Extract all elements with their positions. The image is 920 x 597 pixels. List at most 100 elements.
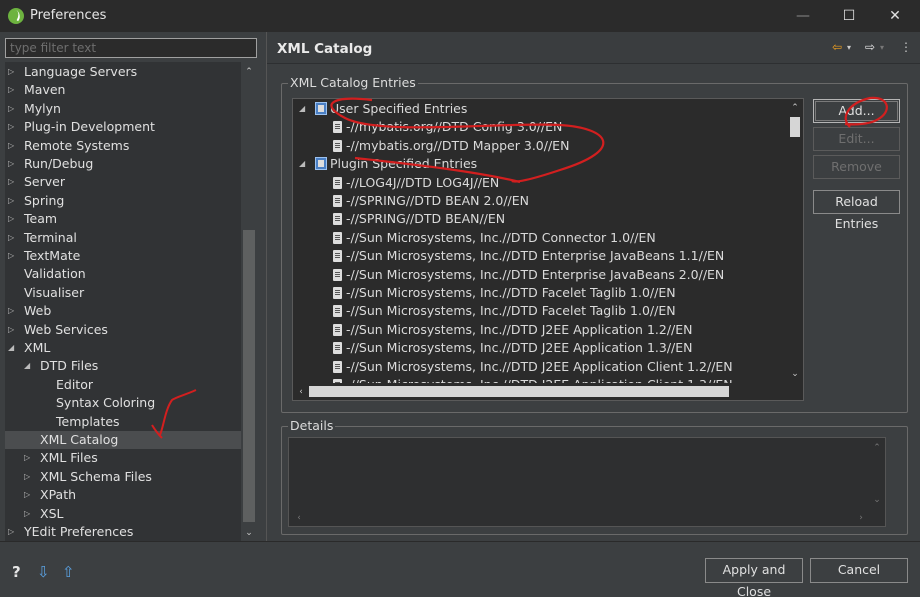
catalog-vertical-scrollbar[interactable]: ⌃ ⌄ <box>787 99 803 383</box>
collapsed-arrow-icon[interactable]: ▷ <box>8 81 18 99</box>
collapsed-arrow-icon[interactable]: ▷ <box>24 449 34 467</box>
cancel-button[interactable]: Cancel <box>810 558 908 583</box>
remove-button[interactable]: Remove <box>813 155 900 179</box>
tree-item[interactable]: ▷ Maven <box>5 81 242 99</box>
edit-button[interactable]: Edit... <box>813 127 900 151</box>
scroll-up-arrow-icon[interactable]: ⌃ <box>869 440 885 456</box>
catalog-entry-label: -//Sun Microsystems, Inc.//DTD Connector… <box>346 229 656 245</box>
scroll-up-arrow-icon[interactable]: ⌃ <box>787 100 803 116</box>
tree-item-label: Web <box>24 303 52 319</box>
tree-item[interactable]: Editor <box>5 376 242 394</box>
export-icon[interactable]: ⇧ <box>62 563 75 581</box>
tree-item[interactable]: ▷ XPath <box>5 486 242 504</box>
scrollbar-thumb[interactable] <box>790 117 800 137</box>
collapsed-arrow-icon[interactable]: ▷ <box>8 63 18 81</box>
forward-arrow-icon[interactable]: ⇨ <box>865 40 875 54</box>
tree-item[interactable]: Syntax Coloring <box>5 394 242 412</box>
forward-dropdown-icon[interactable]: ▾ <box>880 43 884 52</box>
expanded-arrow-icon[interactable]: ◢ <box>8 339 18 357</box>
maximize-button[interactable]: ☐ <box>826 0 872 32</box>
tree-item[interactable]: ▷ Mylyn <box>5 100 242 118</box>
scroll-down-arrow-icon[interactable]: ⌄ <box>241 525 257 541</box>
collapsed-arrow-icon[interactable]: ▷ <box>8 229 18 247</box>
tree-item[interactable]: ▷ XML Files <box>5 449 242 467</box>
tree-scrollbar[interactable]: ⌃ ⌄ <box>241 62 257 541</box>
tree-item[interactable]: ▷ Spring <box>5 192 242 210</box>
tree-item[interactable]: ▷ XML Schema Files <box>5 468 242 486</box>
expanded-arrow-icon[interactable]: ◢ <box>299 100 305 118</box>
collapsed-arrow-icon[interactable]: ▷ <box>8 173 18 191</box>
tree-item[interactable]: Visualiser <box>5 284 242 302</box>
catalog-entry-label: -//Sun Microsystems, Inc.//DTD Facelet T… <box>346 303 676 319</box>
close-button[interactable]: ✕ <box>872 0 918 32</box>
catalog-entry-label: -//Sun Microsystems, Inc.//DTD J2EE Appl… <box>346 321 693 337</box>
details-text-area[interactable]: ⌃ ⌄ ‹ › <box>288 437 886 527</box>
tree-item[interactable]: ▷ Web Services <box>5 321 242 339</box>
collapsed-arrow-icon[interactable]: ▷ <box>8 247 18 265</box>
tree-item[interactable]: ▷ Server <box>5 173 242 191</box>
scroll-up-arrow-icon[interactable]: ⌃ <box>241 64 257 80</box>
tree-item[interactable]: ▷ Run/Debug <box>5 155 242 173</box>
catalog-group-label: Plugin Specified Entries <box>330 156 478 172</box>
collapsed-arrow-icon[interactable]: ▷ <box>8 192 18 210</box>
tree-item[interactable]: Templates <box>5 413 242 431</box>
collapsed-arrow-icon[interactable]: ▷ <box>8 118 18 136</box>
tree-item[interactable]: Validation <box>5 265 242 283</box>
minimize-button[interactable]: — <box>780 0 826 32</box>
back-arrow-icon[interactable]: ⇦ <box>832 40 842 54</box>
tree-item[interactable]: ▷ Terminal <box>5 229 242 247</box>
collapsed-arrow-icon[interactable]: ▷ <box>8 210 18 228</box>
tree-item-label: Syntax Coloring <box>56 395 156 411</box>
tree-item[interactable]: ◢ XML <box>5 339 242 357</box>
catalog-horizontal-scrollbar[interactable]: ‹ <box>293 383 787 400</box>
import-icon[interactable]: ⇩ <box>37 563 50 581</box>
dtd-file-icon <box>333 231 342 244</box>
tree-item-label: Language Servers <box>24 64 138 79</box>
expanded-arrow-icon[interactable]: ◢ <box>24 357 34 375</box>
collapsed-arrow-icon[interactable]: ▷ <box>8 523 18 541</box>
tree-item-label: XML Schema Files <box>40 468 152 484</box>
catalog-entry-label: -//SPRING//DTD BEAN//EN <box>346 211 506 227</box>
scrollbar-thumb[interactable] <box>309 386 729 397</box>
tree-item-label: XML Files <box>40 450 98 466</box>
tree-item[interactable]: ▷ Language Servers <box>5 63 242 81</box>
catalog-group-label: User Specified Entries <box>330 101 468 116</box>
tree-item[interactable]: ▷ YEdit Preferences <box>5 523 242 541</box>
collapsed-arrow-icon[interactable]: ▷ <box>8 100 18 118</box>
reload-entries-button[interactable]: Reload Entries <box>813 190 900 231</box>
tree-item[interactable]: ▷ Plug-in Development <box>5 118 242 136</box>
catalog-entries-title: XML Catalog Entries <box>288 75 418 90</box>
scroll-right-arrow-icon[interactable]: › <box>853 510 869 526</box>
tree-item[interactable]: ▷ TextMate <box>5 247 242 265</box>
catalog-group-icon <box>315 157 327 171</box>
help-icon[interactable]: ? <box>12 563 21 581</box>
tree-item[interactable]: ◢ DTD Files <box>5 357 242 375</box>
collapsed-arrow-icon[interactable]: ▷ <box>24 468 34 486</box>
collapsed-arrow-icon[interactable]: ▷ <box>8 137 18 155</box>
collapsed-arrow-icon[interactable]: ▷ <box>24 505 34 523</box>
scroll-down-arrow-icon[interactable]: ⌄ <box>787 366 803 382</box>
scrollbar-thumb[interactable] <box>243 230 255 522</box>
scroll-left-arrow-icon[interactable]: ‹ <box>293 384 309 400</box>
collapsed-arrow-icon[interactable]: ▷ <box>24 486 34 504</box>
filter-input[interactable] <box>5 38 257 58</box>
scroll-down-arrow-icon[interactable]: ⌄ <box>869 492 885 508</box>
scroll-left-arrow-icon[interactable]: ‹ <box>291 510 307 526</box>
tree-item-label: Server <box>24 174 65 190</box>
expanded-arrow-icon[interactable]: ◢ <box>299 155 305 173</box>
add-button[interactable]: Add... <box>813 99 900 123</box>
tree-item[interactable]: ▷ Team <box>5 210 242 228</box>
catalog-entry-label: -//Sun Microsystems, Inc.//DTD Enterpris… <box>346 248 725 264</box>
apply-and-close-button[interactable]: Apply and Close <box>705 558 803 597</box>
collapsed-arrow-icon[interactable]: ▷ <box>8 155 18 173</box>
tree-item[interactable]: ▷ Web <box>5 302 242 320</box>
details-title: Details <box>288 418 336 433</box>
tree-item-label: YEdit Preferences <box>24 524 134 539</box>
collapsed-arrow-icon[interactable]: ▷ <box>8 321 18 339</box>
back-dropdown-icon[interactable]: ▾ <box>847 43 851 52</box>
tree-item[interactable]: ▷ Remote Systems <box>5 137 242 155</box>
menu-icon[interactable]: ⋮ <box>900 40 912 54</box>
collapsed-arrow-icon[interactable]: ▷ <box>8 302 18 320</box>
tree-item[interactable]: ▷ XSL <box>5 505 242 523</box>
tree-item[interactable]: XML Catalog <box>5 431 242 449</box>
